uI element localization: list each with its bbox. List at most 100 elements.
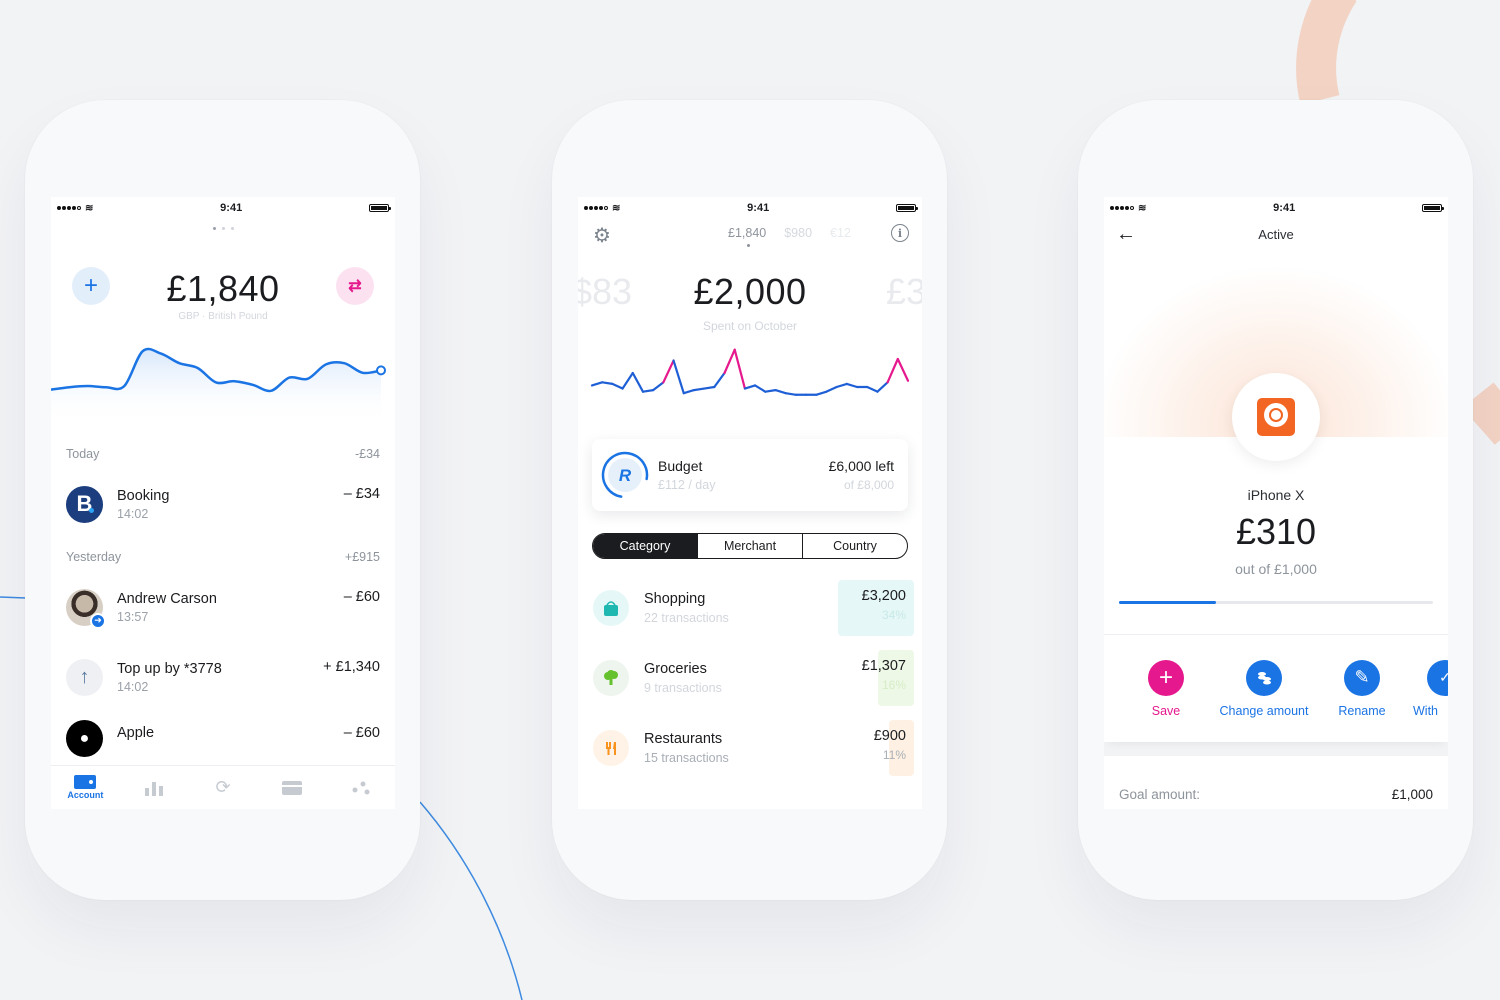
- tab-cards[interactable]: [262, 766, 322, 810]
- withdraw-icon: ✓: [1427, 659, 1448, 696]
- save-button[interactable]: + Save: [1117, 659, 1215, 718]
- wifi-icon: ≋: [612, 202, 621, 214]
- transaction-list: Today -£34 B Booking 14:02 – £34 Yesterd…: [51, 439, 395, 782]
- transaction-time: 13:57: [117, 609, 149, 624]
- change-amount-button[interactable]: Change amount: [1215, 659, 1313, 718]
- vault-actions: + Save Change amount ✎ Rename ✓ With: [1104, 634, 1448, 742]
- page-indicator[interactable]: [51, 227, 395, 230]
- contact-avatar: ➜: [66, 588, 106, 629]
- next-month-amount: £3,: [885, 271, 922, 312]
- account-switcher: £1,840 $980 €12: [728, 226, 851, 247]
- tab-exchange[interactable]: ⟳: [193, 766, 253, 810]
- tab-more[interactable]: [331, 766, 391, 810]
- transaction-name: Andrew Carson: [117, 590, 217, 607]
- category-row[interactable]: Groceries 9 transactions £1,307 16%: [578, 643, 922, 713]
- battery-icon: [1421, 204, 1444, 212]
- goal-details: Goal amount: £1,000 Estimated date: 17 M…: [1104, 756, 1448, 809]
- budget-per-day: £112 / day: [658, 478, 716, 492]
- category-row[interactable]: Shopping 22 transactions £3,200 34%: [578, 573, 922, 643]
- spending-line-segment: [713, 371, 726, 389]
- spending-line-segment: [631, 371, 645, 393]
- signal-icon: ≋: [1110, 203, 1146, 214]
- battery-icon: [895, 204, 918, 212]
- spending-line-segment: [621, 371, 634, 390]
- apple-logo-icon: ●: [66, 720, 103, 757]
- segment-category[interactable]: Category: [593, 534, 697, 558]
- phone-vault: ≋ 9:41 ← Active iPhone X £310 out of £1,…: [1078, 100, 1473, 900]
- spending-line-segment: [784, 392, 797, 396]
- spending-line-segment: [641, 389, 655, 393]
- spending-line-segment: [601, 381, 614, 385]
- currency-label: GBP · British Pound: [178, 311, 268, 322]
- spending-line-segment: [896, 357, 910, 382]
- goal-name: iPhone X: [1247, 487, 1305, 503]
- blue-arc-decoration: [419, 801, 523, 1000]
- account-screen: ≋ 9:41 + £1,840 GBP · British Pound ⇄ To…: [51, 197, 395, 809]
- rename-button[interactable]: ✎ Rename: [1313, 659, 1411, 718]
- gear-icon[interactable]: ⚙: [593, 223, 611, 248]
- budget-progress-ring: R: [601, 451, 649, 499]
- spending-line-segment: [886, 357, 899, 384]
- battery-icon: [368, 204, 391, 212]
- category-value: £900 11%: [838, 720, 914, 776]
- vault-header: ≋ 9:41 ← Active: [1104, 197, 1448, 461]
- tab-account[interactable]: Account: [55, 766, 115, 810]
- card-icon: [281, 780, 302, 795]
- balance-current-point: [376, 365, 386, 376]
- section-total: -£34: [354, 447, 380, 461]
- account-tab-gbp[interactable]: £1,840: [728, 226, 766, 247]
- action-label: Change amount: [1219, 703, 1309, 718]
- prev-month-amount: $83: [578, 271, 633, 312]
- transaction-row[interactable]: ➜ Andrew Carson 13:57 – £60: [51, 572, 395, 642]
- status-bar: ≋ 9:41: [578, 197, 922, 219]
- section-header-today: Today -£34: [51, 439, 395, 469]
- transaction-row[interactable]: ↑ Top up by *3778 14:02 + £1,340: [51, 642, 395, 712]
- blue-line-decoration: [0, 596, 27, 599]
- fork-knife-icon: [593, 730, 629, 766]
- analytics-screen: ≋ 9:41 ⚙ £1,840 $980 €12 i $83 £2,000 £3…: [578, 197, 922, 809]
- tab-label: Account: [67, 790, 104, 800]
- transfer-arrow-icon: ➜: [90, 612, 106, 629]
- wifi-icon: ≋: [1138, 202, 1147, 214]
- spend-carousel[interactable]: $83 £2,000 £3, Spent on October: [578, 261, 922, 333]
- page-title: Active: [1258, 227, 1294, 242]
- account-tab-eur[interactable]: €12: [830, 226, 851, 240]
- signal-icon: ≋: [57, 203, 93, 214]
- spending-line-segment: [590, 381, 604, 387]
- spending-line-segment: [845, 382, 859, 389]
- exchange-button[interactable]: ⇄: [336, 267, 374, 305]
- orange-arc-decoration: [1296, 0, 1357, 105]
- orange-arc-decoration-lower: [1462, 382, 1500, 445]
- budget-card[interactable]: R Budget £112 / day £6,000 left of £8,00…: [592, 439, 908, 511]
- info-icon[interactable]: i: [891, 224, 909, 242]
- status-time: 9:41: [1273, 202, 1296, 214]
- spending-line-segment: [703, 385, 716, 390]
- category-percent: 16%: [881, 678, 906, 692]
- broccoli-icon: [593, 660, 629, 696]
- goal-saved-amount: £310: [1235, 511, 1317, 552]
- goal-progress-fill: [1119, 601, 1217, 604]
- budget-title: Budget: [658, 458, 703, 474]
- segment-country[interactable]: Country: [802, 534, 907, 558]
- shopping-bag-icon: [593, 590, 629, 626]
- spending-line-segment: [611, 382, 624, 390]
- spending-line-segment: [662, 359, 675, 384]
- spending-line-segment: [652, 381, 665, 392]
- withdraw-button[interactable]: ✓ With: [1411, 659, 1448, 718]
- tab-analytics[interactable]: [124, 766, 184, 810]
- add-money-button[interactable]: +: [72, 267, 110, 305]
- spending-line-segment: [825, 385, 838, 393]
- account-tab-usd[interactable]: $980: [784, 226, 812, 240]
- transaction-amount: – £60: [343, 725, 380, 741]
- section-label: Today: [66, 447, 100, 461]
- transaction-time: 14:02: [117, 506, 149, 521]
- transaction-name: Booking: [117, 487, 170, 504]
- plus-icon: +: [83, 272, 98, 299]
- budget-total: of £8,000: [843, 478, 894, 492]
- transaction-name: Top up by *3778: [117, 660, 222, 677]
- category-row[interactable]: Restaurants 15 transactions £900 11%: [578, 713, 922, 783]
- detail-key: Goal amount:: [1119, 787, 1201, 802]
- segment-merchant[interactable]: Merchant: [697, 534, 802, 558]
- transaction-row[interactable]: B Booking 14:02 – £34: [51, 469, 395, 539]
- transaction-amount: + £1,340: [323, 659, 380, 675]
